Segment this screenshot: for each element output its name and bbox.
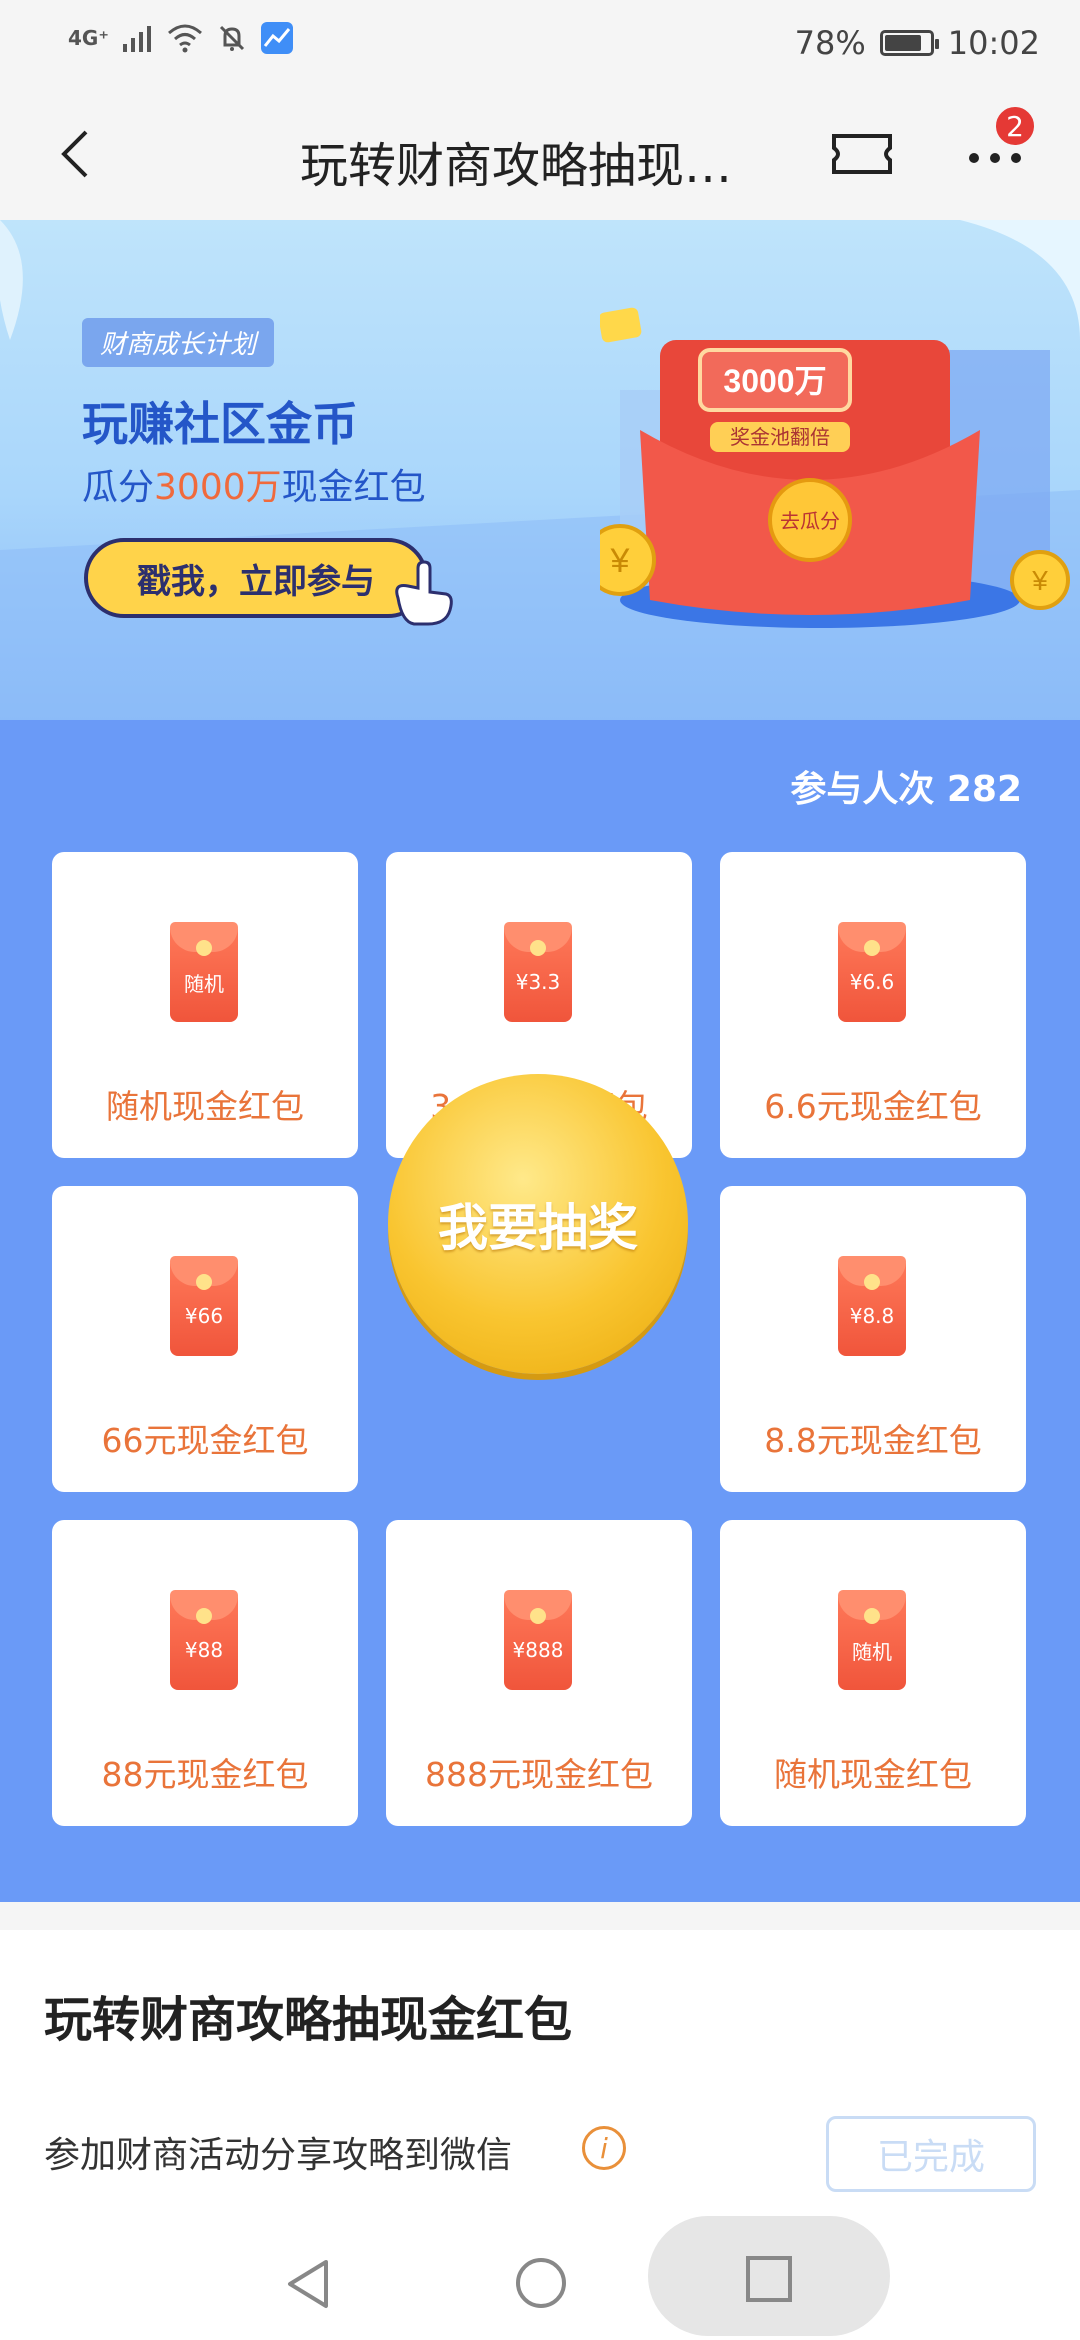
stock-app-icon [260, 22, 293, 54]
ticket-icon[interactable] [830, 130, 894, 178]
system-back-icon[interactable] [282, 2256, 338, 2312]
wifi-icon [167, 24, 202, 53]
system-home-icon[interactable] [516, 2258, 566, 2308]
nav-bar: 玩转财商攻略抽现… [0, 88, 1080, 220]
banner-tag: 财商成长计划 [82, 318, 275, 367]
task-description: 参加财商活动分享攻略到微信 [44, 2135, 513, 2176]
red-envelope-icon: ¥888 [504, 1590, 572, 1690]
battery-icon [879, 30, 939, 56]
task-title: 玩转财商攻略抽现金红包 [44, 1992, 573, 2048]
envelope-value: ¥8.8 [849, 1304, 895, 1328]
prize-label: 8.8元现金红包 [764, 1421, 982, 1460]
art-pool-text: 奖金池翻倍 [730, 426, 830, 449]
prize-cell: ¥8.8 8.8元现金红包 [720, 1186, 1026, 1492]
envelope-value: ¥6.6 [849, 970, 895, 994]
envelope-value: 随机 [852, 1639, 892, 1664]
svg-text:¥: ¥ [1031, 565, 1048, 596]
prize-cell: ¥6.6 6.6元现金红包 [720, 852, 1026, 1158]
status-bar: 4G⁺ 78% 10:02 [0, 0, 1080, 88]
activity-area: 财商成长计划 玩赚社区金币 瓜分3000万现金红包 戳我，立即参与 3000万 … [0, 220, 1080, 1902]
prize-cell: ¥88 88元现金红包 [52, 1520, 358, 1826]
art-coin-text: 去瓜分 [780, 510, 840, 533]
back-arrow-icon[interactable] [46, 124, 106, 184]
red-envelope-icon: ¥88 [170, 1590, 238, 1690]
envelope-value: ¥3.3 [515, 970, 561, 994]
status-icons-right: 78% 10:02 [795, 24, 1040, 62]
status-icons-left: 4G⁺ [68, 22, 293, 54]
prize-label: 88元现金红包 [101, 1755, 309, 1794]
banner-sub-prefix: 瓜分 [82, 467, 155, 508]
page-title: 玩转财商攻略抽现… [300, 138, 733, 194]
prize-label: 888元现金红包 [425, 1755, 653, 1794]
prize-cell: 随机 随机现金红包 [720, 1520, 1026, 1826]
red-envelope-icon: ¥6.6 [838, 922, 906, 1022]
svg-text:¥: ¥ [610, 542, 630, 580]
prize-label: 66元现金红包 [101, 1421, 309, 1460]
clock: 10:02 [947, 24, 1040, 62]
red-envelope-icon: ¥8.8 [838, 1256, 906, 1356]
banner-sub-amount: 3000万 [154, 467, 282, 508]
mute-bell-icon [219, 25, 244, 51]
draw-lottery-button[interactable]: 我要抽奖 [388, 1074, 688, 1374]
banner-subheadline: 瓜分3000万现金红包 [82, 458, 426, 510]
envelope-value: 随机 [184, 971, 224, 996]
completed-button[interactable]: 已完成 [826, 2116, 1036, 2192]
pointing-hand-icon [395, 560, 453, 626]
signal-icon [122, 26, 151, 52]
red-envelope-icon: ¥3.3 [504, 922, 572, 1022]
participants-count: 参与人次 282 [790, 769, 1022, 810]
prize-grid: 随机 随机现金红包 ¥3.3 3.3元现金红包 ¥6.6 6.6元现金红包 ¥6… [52, 852, 1026, 1832]
notification-badge: 2 [993, 104, 1037, 148]
envelope-value: ¥88 [184, 1638, 224, 1662]
red-envelope-icon: ¥66 [170, 1256, 238, 1356]
system-nav-bar [0, 2212, 1080, 2340]
prize-label: 6.6元现金红包 [764, 1087, 982, 1126]
red-envelope-icon: 随机 [170, 922, 238, 1022]
envelope-value: ¥66 [184, 1304, 224, 1328]
envelope-value: ¥888 [512, 1638, 564, 1662]
red-envelope-illustration: 3000万 奖金池翻倍 去瓜分 ¥ ¥ [600, 307, 1070, 628]
info-icon[interactable]: i [582, 2126, 626, 2170]
prize-cell: ¥66 66元现金红包 [52, 1186, 358, 1492]
prize-label: 随机现金红包 [774, 1755, 972, 1794]
network-label: 4G⁺ [68, 26, 109, 50]
banner-sub-suffix: 现金红包 [281, 467, 426, 508]
banner-headline: 玩赚社区金币 [82, 397, 358, 451]
prize-cell: 随机 随机现金红包 [52, 852, 358, 1158]
join-now-button[interactable]: 戳我，立即参与 [84, 538, 428, 618]
prize-cell: ¥888 888元现金红包 [386, 1520, 692, 1826]
art-amount-text: 3000万 [723, 363, 826, 399]
system-recents-icon[interactable] [746, 2256, 792, 2302]
campaign-banner[interactable]: 财商成长计划 玩赚社区金币 瓜分3000万现金红包 戳我，立即参与 3000万 … [0, 220, 1080, 720]
battery-percent: 78% [794, 24, 866, 62]
red-envelope-icon: 随机 [838, 1590, 906, 1690]
prize-label: 随机现金红包 [106, 1087, 304, 1126]
